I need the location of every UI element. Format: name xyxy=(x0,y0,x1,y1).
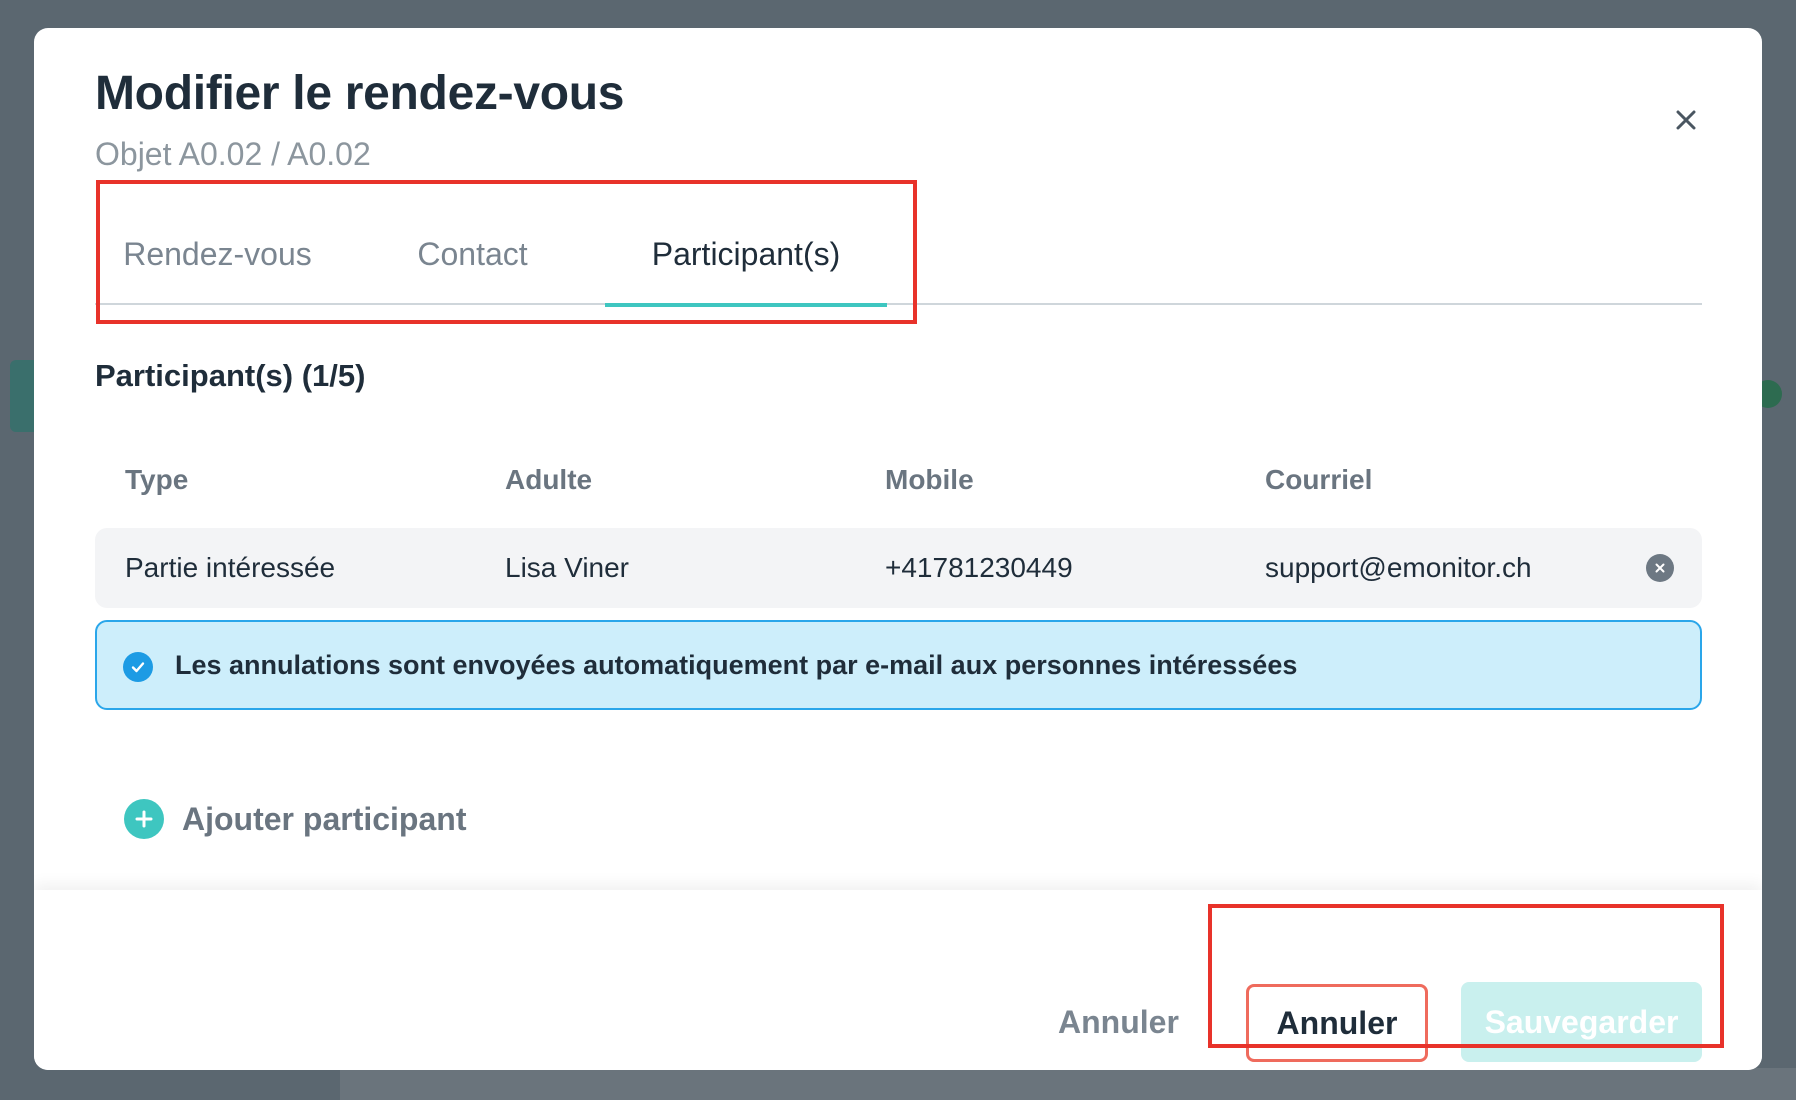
modal-footer: Annuler Annuler Sauvegarder xyxy=(34,890,1762,1070)
modal-subtitle: Objet A0.02 / A0.02 xyxy=(95,136,371,172)
participant-mobile: +41781230449 xyxy=(885,552,1073,583)
save-button[interactable]: Sauvegarder xyxy=(1461,982,1702,1062)
tab-appointment[interactable]: Rendez-vous xyxy=(95,204,340,304)
participant-type: Partie intéressée xyxy=(125,552,336,583)
column-header-type: Type xyxy=(125,464,189,495)
tab-contact[interactable]: Contact xyxy=(340,204,605,304)
modal-title: Modifier le rendez-vous xyxy=(95,67,625,120)
edit-appointment-modal: Modifier le rendez-vous Objet A0.02 / A0… xyxy=(34,28,1762,1070)
add-participant-label: Ajouter participant xyxy=(182,800,467,837)
remove-participant-button[interactable] xyxy=(1646,554,1674,582)
participant-email: support@emonitor.ch xyxy=(1265,552,1532,583)
tab-bar: Rendez-vous Contact Participant(s) xyxy=(95,204,1702,307)
column-header-mobile: Mobile xyxy=(885,464,974,495)
column-header-adult: Adulte xyxy=(505,464,593,495)
column-header-email: Courriel xyxy=(1265,464,1373,495)
add-participant-button[interactable]: Ajouter participant xyxy=(124,792,466,846)
close-button[interactable] xyxy=(1664,98,1708,142)
tab-participants[interactable]: Participant(s) xyxy=(605,204,887,307)
participants-section-title: Participant(s) (1/5) xyxy=(95,358,366,393)
info-banner: Les annulations sont envoyées automatiqu… xyxy=(95,620,1702,710)
table-row: Partie intéressée Lisa Viner +4178123044… xyxy=(95,528,1702,608)
background-app-strip xyxy=(340,1068,1796,1100)
close-circle-icon xyxy=(1655,563,1665,573)
participants-table-header: Type Adulte Mobile Courriel xyxy=(95,464,1702,514)
participant-adult: Lisa Viner xyxy=(505,552,630,583)
cancel-text-button[interactable]: Annuler xyxy=(1058,982,1179,1062)
info-banner-text: Les annulations sont envoyées automatiqu… xyxy=(175,649,1298,680)
plus-circle-icon xyxy=(124,799,164,839)
close-icon xyxy=(1676,110,1696,130)
check-circle-icon xyxy=(123,652,153,682)
cancel-button[interactable]: Annuler xyxy=(1246,984,1428,1062)
